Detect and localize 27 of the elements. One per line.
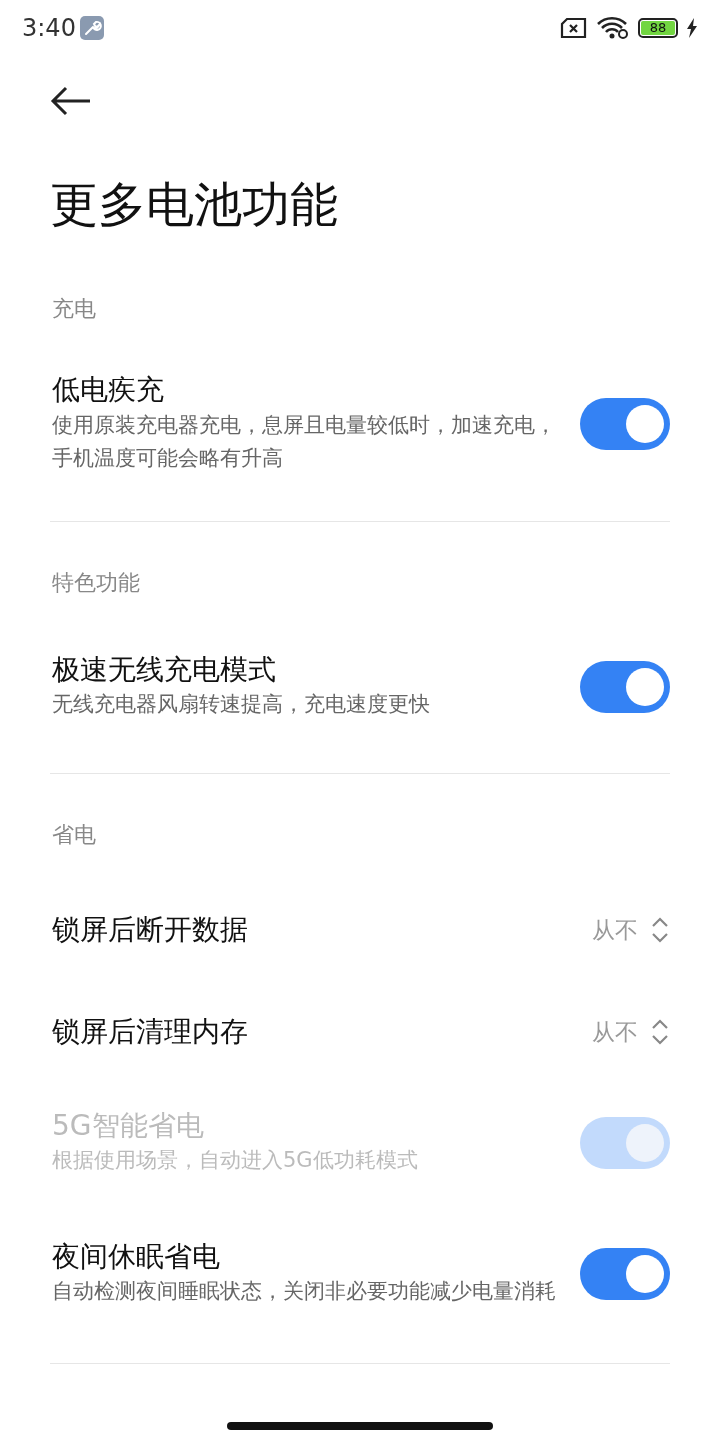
setting-title: 5G智能省电 [52,1108,205,1144]
wrench-icon [79,16,104,40]
setting-title: 夜间休眠省电 [52,1239,221,1275]
setting-title: 低电疾充 [52,372,165,409]
up-down-chevron-icon [650,1017,670,1047]
up-down-chevron-icon [650,915,670,945]
battery-indicator: 88 [638,18,678,38]
no-sim-icon [560,17,588,39]
value-selector[interactable]: 从不 [592,912,670,948]
toggle-switch[interactable] [580,1248,670,1300]
setting-title: 锁屏后断开数据 [52,911,249,948]
toggle-switch[interactable] [580,398,670,450]
setting-description: 根据使用场景，自动进入5G低功耗模式 [52,1147,419,1175]
setting-title: 极速无线充电模式 [52,652,277,688]
section-header: 特色功能 [51,569,141,597]
back-arrow-icon[interactable] [50,86,92,116]
wifi-icon [596,16,630,40]
page-title: 更多电池功能 [49,175,339,234]
section-header: 充电 [51,295,97,323]
setting-description: 无线充电器风扇转速提高，充电速度更快 [52,691,431,719]
setting-description: 使用原装充电器充电，息屏且电量较低时，加速充电，手机温度可能会略有升高 [52,411,557,473]
setting-title: 锁屏后清理内存 [52,1013,249,1050]
toggle-switch[interactable] [580,661,670,713]
section-header: 省电 [51,821,97,849]
value-selector[interactable]: 从不 [592,1014,670,1050]
setting-description: 自动检测夜间睡眠状态，关闭非必要功能减少电量消耗 [52,1278,557,1306]
clock-time: 3:40 [22,13,76,44]
